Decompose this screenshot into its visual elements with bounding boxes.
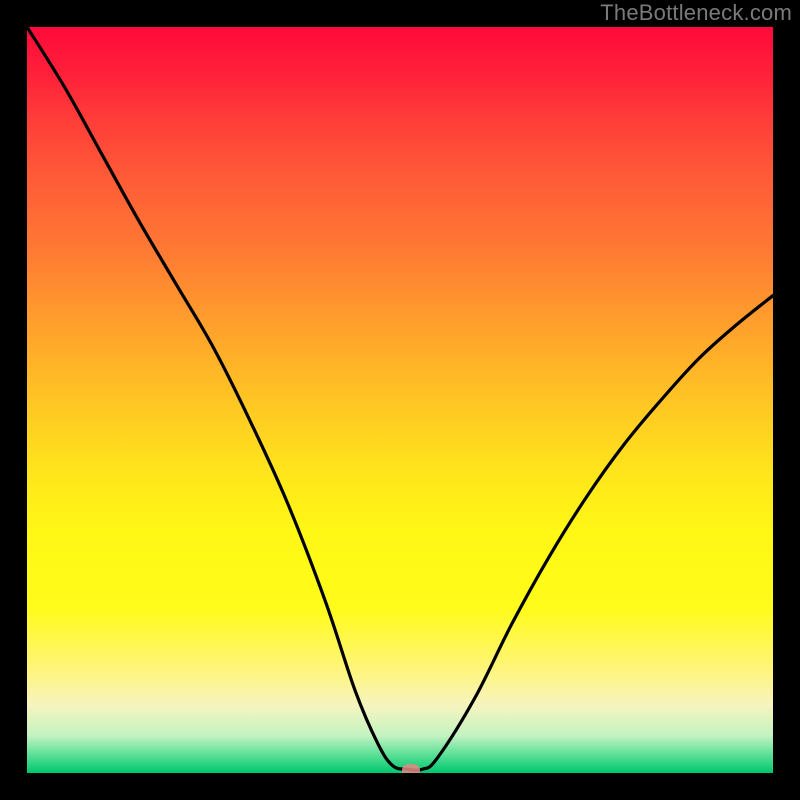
bottleneck-curve (27, 27, 773, 770)
watermark-text: TheBottleneck.com (600, 0, 792, 26)
curve-layer (27, 27, 773, 773)
chart-frame: TheBottleneck.com (0, 0, 800, 800)
optimum-marker (402, 764, 420, 773)
plot-area (27, 27, 773, 773)
